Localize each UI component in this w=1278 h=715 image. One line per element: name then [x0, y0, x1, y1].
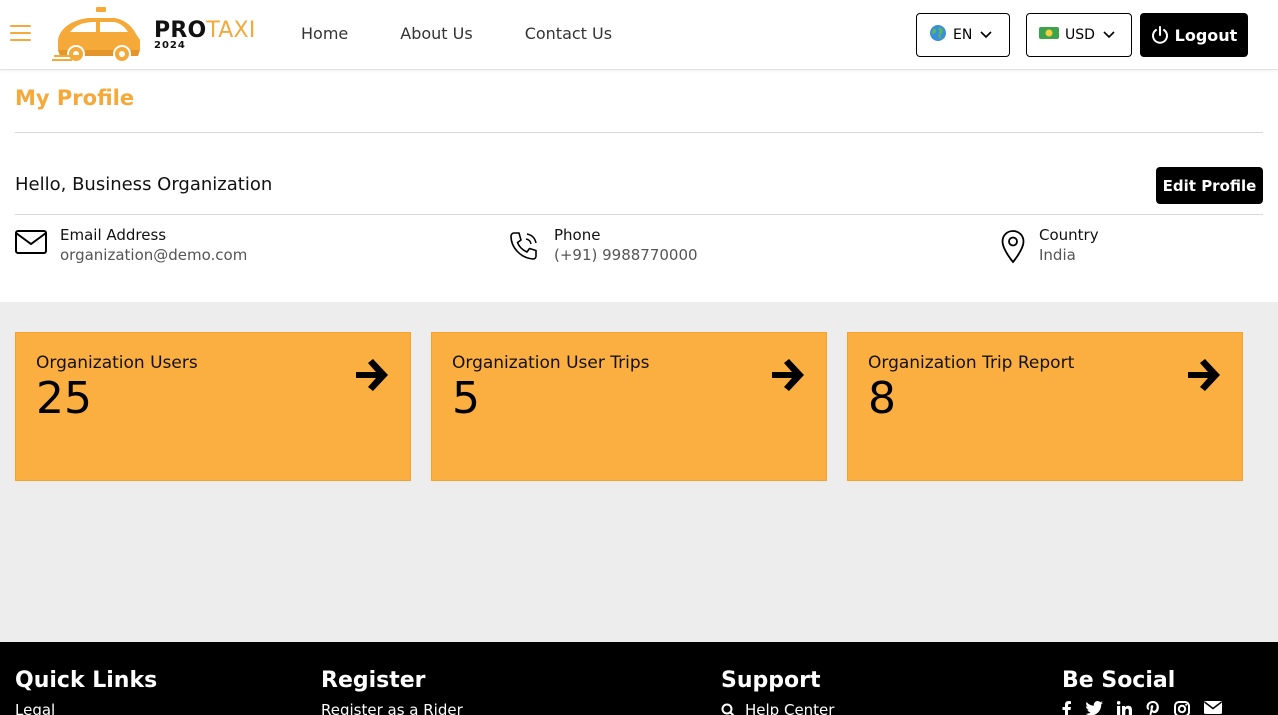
footer-link-register-rider[interactable]: Register as a Rider — [321, 701, 463, 715]
footer-quick-links: Quick Links Legal — [15, 668, 157, 715]
logout-button[interactable]: Logout — [1140, 13, 1248, 57]
page-title: My Profile — [15, 86, 135, 110]
phone-value: (+91) 9988770000 — [554, 246, 698, 264]
footer: Quick Links Legal Register Register as a… — [0, 642, 1278, 715]
nav-about-us[interactable]: About Us — [400, 24, 472, 43]
arrow-right-icon[interactable] — [1186, 357, 1222, 397]
taxi-car-icon — [52, 7, 140, 63]
card-value: 8 — [868, 373, 896, 424]
footer-heading: Be Social — [1062, 668, 1176, 693]
footer-heading: Register — [321, 668, 426, 693]
country-info: Country India — [1001, 226, 1099, 266]
card-title: Organization User Trips — [452, 353, 650, 373]
organization-users-card[interactable]: Organization Users 25 — [15, 332, 411, 481]
arrow-right-icon[interactable] — [354, 357, 390, 397]
phone-icon — [508, 226, 554, 266]
country-value: India — [1039, 246, 1076, 264]
search-icon — [721, 703, 735, 715]
card-title: Organization Trip Report — [868, 353, 1075, 373]
main-nav: Home About Us Contact Us — [301, 24, 664, 43]
email-value: organization@demo.com — [60, 246, 248, 264]
phone-info: Phone (+91) 9988770000 — [508, 226, 698, 266]
linkedin-icon[interactable] — [1117, 701, 1132, 715]
email-label: Email Address — [60, 226, 167, 244]
footer-link-help-center[interactable]: Help Center — [721, 701, 834, 715]
arrow-right-icon[interactable] — [770, 357, 806, 397]
globe-icon — [929, 24, 947, 46]
map-pin-icon — [1001, 226, 1039, 266]
edit-profile-button[interactable]: Edit Profile — [1156, 167, 1263, 204]
logout-label: Logout — [1174, 25, 1238, 45]
phone-label: Phone — [554, 226, 601, 244]
social-icons — [1062, 701, 1236, 715]
card-value: 25 — [36, 373, 92, 424]
email-info: Email Address organization@demo.com — [15, 226, 247, 266]
twitter-icon[interactable] — [1086, 701, 1103, 715]
hamburger-menu-icon[interactable] — [10, 25, 31, 43]
chevron-down-icon — [1103, 27, 1115, 43]
language-value: EN — [953, 27, 973, 43]
card-value: 5 — [452, 373, 480, 424]
footer-register: Register Register as a Rider — [321, 668, 463, 715]
organization-trip-report-card[interactable]: Organization Trip Report 8 — [847, 332, 1243, 481]
pinterest-icon[interactable] — [1146, 701, 1160, 715]
currency-value: USD — [1065, 27, 1095, 43]
top-header: PROTAXI 2024 Home About Us Contact Us EN… — [0, 0, 1278, 70]
nav-contact-us[interactable]: Contact Us — [525, 24, 612, 43]
country-label: Country — [1039, 226, 1099, 244]
help-center-label: Help Center — [745, 701, 835, 715]
brand-taxi: TAXI — [206, 18, 256, 43]
currency-selector[interactable]: USD — [1026, 13, 1132, 57]
organization-user-trips-card[interactable]: Organization User Trips 5 — [431, 332, 827, 481]
brand-year: 2024 — [154, 40, 186, 51]
greeting: Hello, Business Organization — [15, 174, 273, 195]
card-title: Organization Users — [36, 353, 198, 373]
footer-heading: Support — [721, 668, 821, 693]
footer-link-legal[interactable]: Legal — [15, 701, 157, 715]
email-icon[interactable] — [1204, 701, 1222, 715]
divider — [15, 214, 1263, 215]
money-icon — [1039, 26, 1059, 44]
facebook-icon[interactable] — [1062, 701, 1072, 715]
chevron-down-icon — [980, 27, 992, 43]
footer-heading: Quick Links — [15, 668, 158, 693]
instagram-icon[interactable] — [1174, 701, 1190, 715]
footer-social: Be Social — [1062, 668, 1236, 715]
footer-support: Support Help Center — [721, 668, 834, 715]
language-selector[interactable]: EN — [916, 13, 1010, 57]
power-icon — [1151, 26, 1168, 44]
divider — [15, 132, 1263, 133]
envelope-icon — [15, 226, 60, 266]
nav-home[interactable]: Home — [301, 24, 348, 43]
brand-logo[interactable]: PROTAXI 2024 — [52, 6, 257, 64]
